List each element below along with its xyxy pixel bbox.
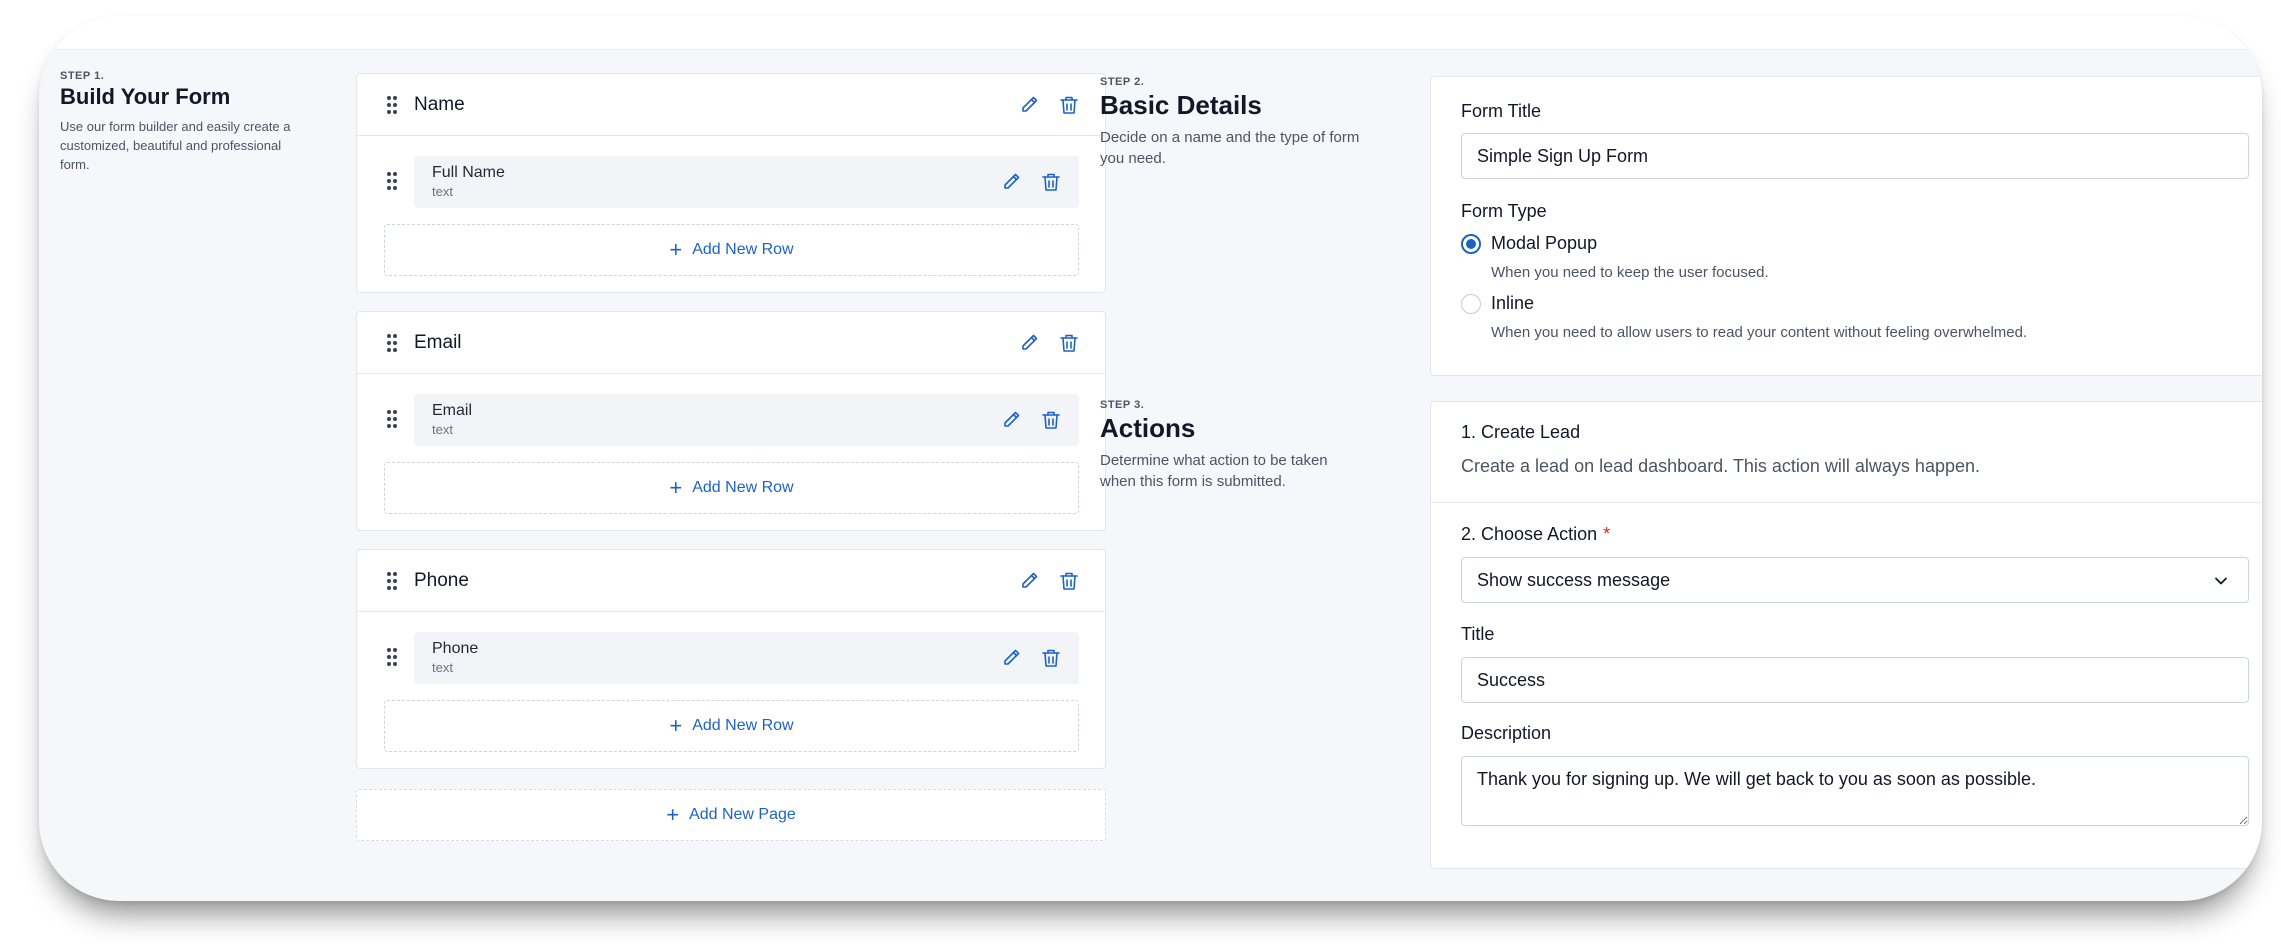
edit-pencil-icon[interactable] [1017, 93, 1041, 117]
plus-icon: + [666, 802, 680, 827]
page-title: Email [414, 332, 462, 353]
edit-pencil-icon[interactable] [999, 408, 1023, 432]
drag-handle-icon[interactable] [387, 648, 397, 666]
title-label: Title [1461, 624, 1495, 644]
edit-pencil-icon[interactable] [1017, 569, 1041, 593]
choose-action-text: 2. Choose Action [1461, 524, 1598, 544]
required-asterisk: * [1603, 524, 1611, 544]
field-type: text [432, 184, 453, 199]
form-type-label: Form Type [1461, 201, 1547, 221]
create-lead-description: Create a lead on lead dashboard. This ac… [1461, 456, 1980, 476]
title-input[interactable] [1461, 657, 2249, 703]
field-type: text [432, 422, 453, 437]
step3-description: Determine what action to be taken when t… [1100, 452, 1328, 490]
step3-kicker: STEP 3. [1100, 399, 1145, 411]
field-label: Phone [432, 640, 479, 657]
field-label: Email [432, 402, 473, 419]
chevron-down-icon [2215, 577, 2227, 585]
step2-description: Decide on a name and the type of form yo… [1100, 129, 1360, 167]
inline-help: When you need to allow users to read you… [1491, 324, 2028, 341]
add-new-row-label: Add New Row [692, 717, 794, 734]
create-lead-title: 1. Create Lead [1461, 422, 1581, 442]
top-bar [39, 16, 2262, 50]
step1-title: Build Your Form [60, 84, 231, 109]
basic-details-panel: Form Title Form Type Modal Popup When yo… [1430, 76, 2262, 376]
form-page-card-name: Name Full Name text + Add New Row [356, 73, 1106, 293]
edit-pencil-icon[interactable] [999, 170, 1023, 194]
page-title: Name [414, 94, 465, 115]
step1-kicker: STEP 1. [60, 70, 105, 82]
field-type: text [432, 660, 453, 675]
choose-action-select[interactable]: Show success message [1461, 557, 2249, 603]
inline-label: Inline [1491, 293, 1535, 313]
step2-kicker: STEP 2. [1100, 76, 1145, 88]
page-title: Phone [414, 570, 469, 591]
step1-description: Use our form builder and easily create a… [60, 119, 291, 172]
edit-pencil-icon[interactable] [999, 646, 1023, 670]
drag-handle-icon[interactable] [387, 410, 397, 428]
drag-handle-icon[interactable] [387, 96, 397, 114]
card-header: Name [357, 74, 1105, 136]
add-new-row-button[interactable]: + Add New Row [384, 700, 1079, 752]
trash-icon[interactable] [1057, 569, 1081, 593]
plus-icon: + [669, 713, 683, 738]
form-field-row[interactable]: Phone text [414, 632, 1079, 684]
card-header: Phone [357, 550, 1105, 612]
modal-popup-help: When you need to keep the user focused. [1491, 264, 1769, 281]
plus-icon: + [669, 237, 683, 262]
trash-icon[interactable] [1039, 408, 1063, 432]
form-field-row[interactable]: Full Name text [414, 156, 1079, 208]
add-new-row-button[interactable]: + Add New Row [384, 224, 1079, 276]
add-new-row-label: Add New Row [692, 479, 794, 496]
description-textarea[interactable]: Thank you for signing up. We will get ba… [1461, 756, 2249, 826]
radio-modal-popup[interactable] [1461, 234, 1481, 254]
trash-icon[interactable] [1039, 646, 1063, 670]
choose-action-label: 2. Choose Action * [1461, 524, 1610, 545]
drag-handle-icon[interactable] [387, 572, 397, 590]
description-label: Description [1461, 723, 1552, 743]
add-new-row-button[interactable]: + Add New Row [384, 462, 1079, 514]
add-new-page-button[interactable]: + Add New Page [356, 789, 1106, 841]
plus-icon: + [669, 475, 683, 500]
add-new-page-label: Add New Page [689, 806, 796, 823]
form-title-input[interactable] [1461, 133, 2249, 179]
drag-handle-icon[interactable] [387, 172, 397, 190]
step2-title: Basic Details [1100, 90, 1262, 120]
drag-handle-icon[interactable] [387, 334, 397, 352]
actions-panel: 1. Create Lead Create a lead on lead das… [1430, 401, 2262, 869]
trash-icon[interactable] [1057, 93, 1081, 117]
trash-icon[interactable] [1057, 331, 1081, 355]
radio-inline[interactable] [1461, 294, 1481, 314]
app-frame: STEP 1. Build Your Form Use our form bui… [39, 16, 2262, 901]
trash-icon[interactable] [1039, 170, 1063, 194]
form-page-card-email: Email Email text + Add New Row [356, 311, 1106, 531]
step3-title: Actions [1100, 413, 1196, 443]
modal-popup-label: Modal Popup [1491, 233, 1598, 253]
form-title-label: Form Title [1461, 101, 1542, 121]
divider [1431, 502, 2262, 503]
edit-pencil-icon[interactable] [1017, 331, 1041, 355]
field-label: Full Name [432, 164, 505, 181]
choose-action-value: Show success message [1477, 570, 1671, 590]
add-new-row-label: Add New Row [692, 241, 794, 258]
form-field-row[interactable]: Email text [414, 394, 1079, 446]
card-header: Email [357, 312, 1105, 374]
form-page-card-phone: Phone Phone text + Add New Row [356, 549, 1106, 769]
